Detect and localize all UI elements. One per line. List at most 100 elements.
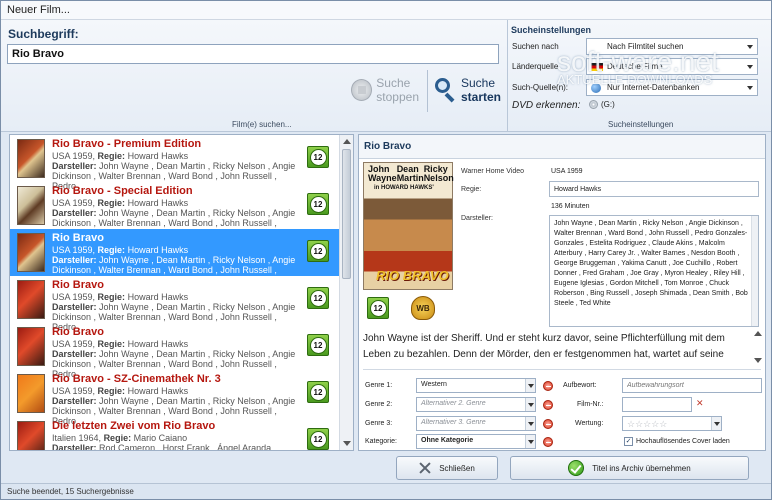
search-in-label: Suchen nach bbox=[512, 42, 559, 51]
fsk-12-badge: 12 bbox=[307, 287, 329, 309]
runtime-value: 136 Minuten bbox=[551, 203, 590, 210]
country-year-value: USA 1959 bbox=[551, 168, 583, 175]
film-nr-label: Film-Nr.: bbox=[577, 401, 604, 408]
clear-film-nr-icon[interactable]: ✕ bbox=[696, 398, 704, 409]
dvd-cover-image bbox=[17, 327, 45, 366]
result-meta: USA 1959, Regie: Howard Hawks bbox=[52, 339, 189, 349]
list-item[interactable]: Rio Bravo - SZ-Cinemathek Nr. 3 USA 1959,… bbox=[10, 370, 341, 426]
list-item[interactable]: Die letzten Zwei vom Rio Bravo Italien 19… bbox=[10, 417, 341, 451]
chevron-down-icon bbox=[747, 45, 753, 49]
results-scrollbar[interactable] bbox=[339, 135, 353, 450]
dvd-drive-select[interactable]: (G:) bbox=[589, 100, 615, 109]
hires-cover-label: Hochauflösendes Cover laden bbox=[636, 438, 730, 445]
search-group-caption: Film(e) suchen... bbox=[232, 120, 292, 129]
chevron-down-icon[interactable] bbox=[525, 417, 535, 430]
chevron-down-icon bbox=[747, 65, 753, 69]
search-input[interactable] bbox=[7, 44, 499, 64]
list-item[interactable]: Rio Bravo USA 1959, Regie: Howard Hawks Da… bbox=[10, 276, 341, 332]
cast-field[interactable]: John Wayne , Dean Martin , Ricky Nelson … bbox=[549, 215, 759, 327]
remove-category-icon[interactable] bbox=[543, 437, 553, 447]
cast-label: Darsteller: bbox=[461, 215, 493, 222]
scroll-up-icon[interactable] bbox=[343, 139, 351, 144]
poster-actor-2: Dean Martin bbox=[396, 164, 424, 183]
plot-text[interactable]: John Wayne ist der Sheriff. Und er steht… bbox=[363, 331, 751, 363]
stop-icon bbox=[351, 79, 373, 101]
cast-scrollbar[interactable] bbox=[751, 216, 758, 326]
category-label: Kategorie: bbox=[365, 438, 397, 445]
hires-cover-checkbox[interactable]: ✓ bbox=[624, 437, 633, 446]
chevron-down-icon[interactable] bbox=[711, 417, 721, 430]
fsk-12-badge: 12 bbox=[367, 297, 389, 319]
film-nr-stepper[interactable] bbox=[622, 397, 692, 412]
start-search-button[interactable]: Suche starten bbox=[433, 70, 507, 110]
genre2-select[interactable]: Alternativer 2. Genre bbox=[416, 397, 536, 412]
detail-divider bbox=[363, 369, 761, 370]
genre3-select[interactable]: Alternativer 3. Genre bbox=[416, 416, 536, 431]
category-select[interactable]: Ohne Kategorie bbox=[416, 434, 536, 449]
list-item[interactable]: Rio Bravo USA 1959, Regie: Howard Hawks Da… bbox=[10, 229, 341, 285]
remove-genre2-icon[interactable] bbox=[543, 400, 553, 410]
poster-in-credit: in HOWARD HAWKS' bbox=[374, 185, 434, 191]
status-bar: Suche beendet, 15 Suchergebnisse bbox=[1, 483, 771, 499]
dvd-cover-image bbox=[17, 139, 45, 178]
result-title: Rio Bravo - Premium Edition bbox=[52, 138, 202, 150]
result-title: Rio Bravo - Special Edition bbox=[52, 185, 193, 197]
list-item[interactable]: Rio Bravo - Special Edition USA 1959, Reg… bbox=[10, 182, 341, 238]
genre3-label: Genre 3: bbox=[365, 420, 393, 427]
detail-title: Rio Bravo bbox=[359, 135, 765, 159]
disc-icon bbox=[589, 100, 598, 109]
result-cast: Darsteller: Rod Cameron , Horst Frank , … bbox=[52, 443, 272, 451]
genre1-select[interactable]: Western bbox=[416, 378, 536, 393]
scroll-up-icon[interactable] bbox=[754, 331, 762, 336]
remove-genre3-icon[interactable] bbox=[543, 419, 553, 429]
stop-search-label-2: stoppen bbox=[376, 90, 419, 104]
fsk-12-badge: 12 bbox=[307, 381, 329, 403]
genre1-label: Genre 1: bbox=[365, 382, 393, 389]
settings-group-caption: Sucheinstellungen bbox=[608, 120, 674, 129]
poster-actor-1: John Wayne bbox=[368, 164, 397, 183]
dvd-cover-image bbox=[17, 186, 45, 225]
results-list[interactable]: Rio Bravo - Premium Edition USA 1959, Reg… bbox=[9, 134, 354, 451]
remove-genre1-icon[interactable] bbox=[543, 381, 553, 391]
dvd-cover-image bbox=[17, 280, 45, 319]
list-item[interactable]: Rio Bravo USA 1959, Regie: Howard Hawks Da… bbox=[10, 323, 341, 379]
fsk-12-badge: 12 bbox=[307, 193, 329, 215]
result-meta: USA 1959, Regie: Howard Hawks bbox=[52, 386, 189, 396]
dvd-cover-image bbox=[17, 374, 45, 413]
stop-search-label-1: Suche bbox=[376, 76, 411, 90]
chevron-down-icon[interactable] bbox=[525, 398, 535, 411]
dvd-cover-image bbox=[17, 233, 45, 272]
result-title: Rio Bravo bbox=[52, 232, 104, 244]
stop-search-button[interactable]: Suche stoppen bbox=[351, 70, 419, 110]
director-label: Regie: bbox=[461, 186, 482, 193]
result-meta: USA 1959, Regie: Howard Hawks bbox=[52, 245, 189, 255]
accept-button[interactable]: Titel ins Archiv übernehmen bbox=[510, 456, 749, 480]
result-meta: USA 1959, Regie: Howard Hawks bbox=[52, 151, 189, 161]
close-button[interactable]: Schließen bbox=[396, 456, 498, 480]
storage-input[interactable] bbox=[622, 378, 762, 393]
window-title: Neuer Film... bbox=[1, 1, 771, 20]
chevron-down-icon[interactable] bbox=[525, 435, 535, 448]
rating-stars-icon: ☆☆☆☆☆ bbox=[627, 419, 668, 429]
warner-logo-icon: WB bbox=[411, 296, 435, 320]
group-separator bbox=[507, 20, 508, 132]
scroll-down-icon[interactable] bbox=[343, 441, 351, 446]
list-item[interactable]: Rio Bravo - Premium Edition USA 1959, Reg… bbox=[10, 135, 341, 191]
dvd-label: DVD erkennen: bbox=[512, 100, 581, 111]
rating-select[interactable]: ☆☆☆☆☆ bbox=[622, 416, 722, 431]
studio-value: Warner Home Video bbox=[461, 168, 525, 175]
movie-poster: John Wayne Dean Martin Ricky Nelson in H… bbox=[363, 162, 454, 290]
detail-panel: Rio Bravo John Wayne Dean Martin Ricky N… bbox=[358, 134, 766, 451]
chevron-down-icon[interactable] bbox=[525, 379, 535, 392]
scroll-thumb[interactable] bbox=[342, 149, 351, 279]
plot-scrollbar[interactable] bbox=[753, 329, 763, 365]
close-icon bbox=[419, 462, 431, 474]
scroll-down-icon[interactable] bbox=[754, 358, 762, 363]
dvd-cover-image bbox=[17, 421, 45, 450]
director-field[interactable]: Howard Hawks bbox=[549, 181, 759, 197]
country-label: Länderquelle bbox=[512, 62, 559, 71]
search-icon bbox=[433, 77, 457, 103]
result-meta: USA 1959, Regie: Howard Hawks bbox=[52, 292, 189, 302]
storage-label: Aufbewort: bbox=[563, 382, 597, 389]
settings-title: Sucheinstellungen bbox=[511, 25, 592, 35]
